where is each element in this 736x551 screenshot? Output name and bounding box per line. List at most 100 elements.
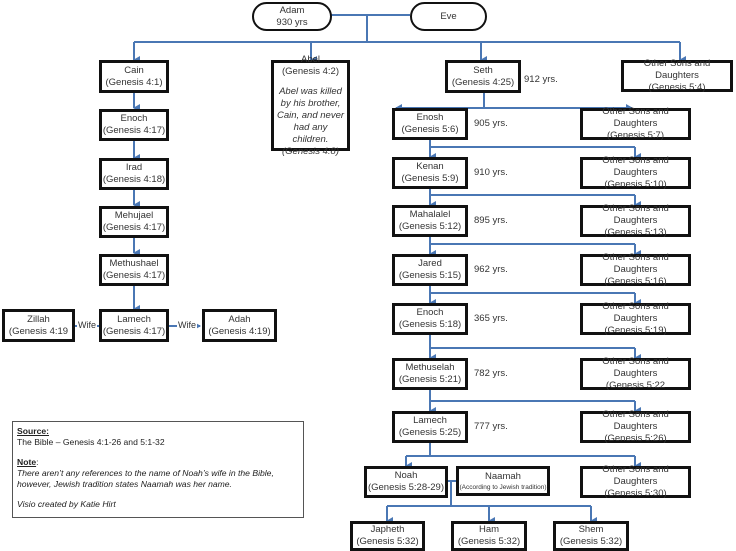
node-japheth[interactable]: Japheth (Genesis 5:32) [350, 521, 425, 551]
node-name: Enoch [416, 307, 444, 318]
node-other-sons-daughters[interactable]: Other Sons and Daughters (Genesis 5:10) [580, 155, 691, 190]
abel-note: Abel was killed by his brother, Cain, an… [276, 85, 345, 145]
node-name: Other Sons and Daughters [602, 356, 669, 379]
node-name: Other Sons and Daughters [602, 252, 669, 275]
node-mehujael[interactable]: Mehujael (Genesis 4:17) [99, 206, 169, 238]
node-ref: (Genesis 4:17) [102, 222, 166, 233]
node-ref: (Genesis 5:32) [559, 536, 623, 547]
node-ref: (Genesis 4:17) [102, 125, 166, 136]
node-ref: (Genesis 5:19) [604, 325, 667, 336]
node-lamech-seth-line[interactable]: Lamech (Genesis 5:25) [392, 411, 468, 443]
node-enoch-cain[interactable]: Enoch (Genesis 4:17) [99, 109, 169, 141]
node-other-sons-daughters[interactable]: Other Sons and Daughters (Genesis 5:13) [580, 203, 691, 238]
lifespan-label: 905 yrs. [474, 118, 508, 129]
node-enosh-seth-line[interactable]: Enosh (Genesis 5:6) [392, 108, 468, 140]
node-ref: (Genesis 5:32) [356, 536, 419, 547]
node-zillah[interactable]: Zillah (Genesis 4:19 [2, 309, 75, 342]
node-jared-seth-line[interactable]: Jared (Genesis 5:15) [392, 254, 468, 286]
node-enoch-seth-line[interactable]: Enoch (Genesis 5:18) [392, 303, 468, 335]
node-name: Other Sons and Daughters [602, 464, 669, 487]
node-name: Naamah [485, 470, 521, 482]
node-name: Other Sons and Daughters [643, 58, 711, 81]
lifespan-label: 782 yrs. [474, 368, 508, 379]
node-ref: (Genesis 5:25) [398, 427, 462, 438]
note-heading: Note [17, 457, 37, 467]
adam-name: Adam [279, 4, 305, 16]
node-ref: (Genesis 5:9) [401, 173, 459, 184]
node-ham[interactable]: Ham (Genesis 5:32) [451, 521, 527, 551]
node-other-sons-daughters[interactable]: Other Sons and Daughters (Genesis 5:22 [580, 356, 691, 391]
node-other-sons-daughters[interactable]: Other Sons and Daughters (Genesis 5:19) [580, 301, 691, 336]
node-name: Japheth [370, 524, 405, 535]
wife-label-zillah: Wife [77, 320, 97, 330]
node-name: Lamech [413, 415, 447, 426]
node-adam[interactable]: Adam 930 yrs [252, 2, 332, 31]
node-ref: (Genesis 5:18) [398, 319, 462, 330]
node-name: Other Sons and Daughters [602, 106, 669, 129]
node-kenan-seth-line[interactable]: Kenan (Genesis 5:9) [392, 157, 468, 189]
node-name: Jared [418, 258, 442, 269]
node-naamah[interactable]: Naamah (According to Jewish tradition) [456, 466, 550, 496]
node-ref: (Genesis 5:13) [604, 227, 667, 238]
node-name: Other Sons and Daughters [602, 301, 669, 324]
node-name: Lamech [117, 313, 151, 325]
node-ref: (Genesis 4:1) [105, 76, 163, 88]
node-name: Noah [394, 470, 418, 481]
node-name: Enoch [120, 113, 148, 124]
node-methushael[interactable]: Methushael (Genesis 4:17) [99, 254, 169, 286]
lifespan-label: 365 yrs. [474, 313, 508, 324]
abel-note-ref: (Genesis 4:8) [281, 145, 340, 157]
lifespan-label: 777 yrs. [474, 421, 508, 432]
node-methuselah-seth-line[interactable]: Methuselah (Genesis 5:21) [392, 358, 468, 390]
node-other-sons-daughters[interactable]: Other Sons and Daughters (Genesis 5:16) [580, 252, 691, 287]
node-name: Methuselah [405, 362, 455, 373]
node-ref: (Genesis 4:17) [102, 270, 166, 281]
node-ref: (Genesis 5:30) [604, 488, 667, 499]
lifespan-label: 895 yrs. [474, 215, 508, 226]
node-name: Abel [300, 53, 320, 65]
node-ref: (Genesis 4:2) [281, 65, 340, 77]
node-name: Zillah [27, 313, 50, 325]
lifespan-label: 962 yrs. [474, 264, 508, 275]
node-name: Ham [478, 524, 500, 535]
source-notes-box: Source: The Bible – Genesis 4:1-26 and 5… [12, 421, 304, 518]
node-ref: (Genesis 5:6) [401, 124, 459, 135]
node-ref: (Genesis 5:12) [398, 221, 462, 232]
source-text: The Bible – Genesis 4:1-26 and 5:1-32 [17, 437, 165, 447]
node-name: Other Sons and Daughters [602, 155, 669, 178]
node-ref: (Genesis 5:21) [398, 374, 462, 385]
wife-label-adah: Wife [177, 320, 197, 330]
node-name: Cain [124, 64, 144, 76]
node-name: Mahalalel [409, 209, 451, 220]
eve-name: Eve [440, 10, 457, 22]
node-name: Enosh [416, 112, 444, 123]
node-eve[interactable]: Eve [410, 2, 487, 31]
credit-text: Visio created by Katie Hirt [17, 499, 116, 509]
node-ref: (Genesis 5:32) [457, 536, 521, 547]
node-other-sons-daughters[interactable]: Other Sons and Daughters (Genesis 5:30) [580, 464, 691, 499]
node-seth[interactable]: Seth (Genesis 4:25) [445, 60, 521, 93]
node-ref: (Genesis 5:7) [606, 130, 665, 141]
node-ref: (Genesis 5:10) [604, 179, 667, 190]
node-ref: (Genesis 5:4) [648, 82, 706, 93]
note-colon: : [36, 457, 39, 467]
node-others-adam[interactable]: Other Sons and Daughters (Genesis 5:4) [621, 58, 733, 93]
node-mahalalel-seth-line[interactable]: Mahalalel (Genesis 5:12) [392, 205, 468, 237]
node-name: Other Sons and Daughters [602, 203, 669, 226]
node-other-sons-daughters[interactable]: Other Sons and Daughters (Genesis 5:26) [580, 409, 691, 444]
note-text: There aren’t any references to the name … [17, 468, 274, 489]
node-abel[interactable]: Abel (Genesis 4:2) Abel was killed by hi… [271, 54, 350, 157]
node-lamech-cain[interactable]: Lamech (Genesis 4:17) [99, 309, 169, 342]
node-irad[interactable]: Irad (Genesis 4:18) [99, 158, 169, 190]
node-noah-seth-line[interactable]: Noah (Genesis 5:28-29) [364, 466, 448, 498]
node-name: Irad [125, 162, 143, 173]
node-shem[interactable]: Shem (Genesis 5:32) [553, 521, 629, 551]
seth-age: 912 yrs. [524, 74, 558, 85]
node-ref: (Genesis 4:17) [102, 325, 166, 337]
node-ref: (Genesis 5:28-29) [367, 482, 445, 493]
adam-lifespan: 930 yrs [276, 16, 308, 28]
node-other-sons-daughters[interactable]: Other Sons and Daughters (Genesis 5:7) [580, 106, 691, 141]
node-cain[interactable]: Cain (Genesis 4:1) [99, 60, 169, 93]
node-ref: (Genesis 4:25) [451, 76, 515, 88]
node-adah[interactable]: Adah (Genesis 4:19) [202, 309, 277, 342]
